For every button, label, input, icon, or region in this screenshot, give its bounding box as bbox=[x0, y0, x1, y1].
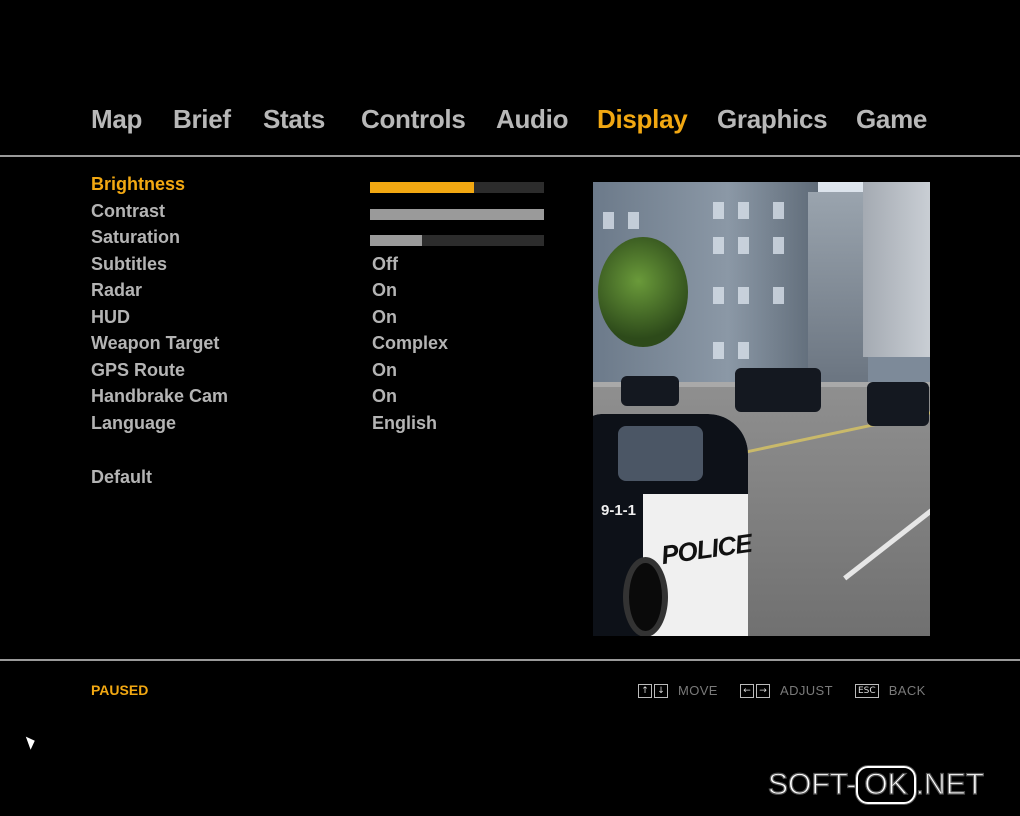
police-car-text: POLICE bbox=[659, 527, 754, 571]
brightness-slider[interactable] bbox=[370, 182, 544, 193]
slider-fill bbox=[370, 235, 423, 246]
down-arrow-key-icon: ↓ bbox=[654, 683, 668, 698]
setting-label: HUD bbox=[91, 306, 130, 327]
setting-saturation[interactable]: Saturation bbox=[0, 227, 560, 253]
setting-label: Radar bbox=[91, 280, 143, 300]
bottom-divider bbox=[0, 659, 1020, 661]
hint-label: ADJUST bbox=[780, 683, 833, 699]
watermark-box: OK bbox=[856, 766, 916, 804]
hint-move: ↑ ↓ MOVE bbox=[638, 682, 718, 698]
contrast-slider[interactable] bbox=[370, 208, 544, 220]
up-arrow-key-icon: ↑ bbox=[638, 683, 652, 698]
preview-tree bbox=[598, 237, 688, 347]
setting-contrast[interactable]: Contrast bbox=[0, 201, 560, 227]
setting-label: Subtitles bbox=[91, 253, 168, 274]
preview-car bbox=[621, 376, 679, 406]
tab-stats[interactable]: Stats bbox=[263, 104, 325, 135]
setting-subtitles[interactable]: Subtitles Off bbox=[0, 254, 560, 280]
preview-police-car: 9-1-1 POLICE bbox=[593, 414, 753, 636]
preview-wheel bbox=[623, 557, 668, 636]
setting-hud[interactable]: HUD On bbox=[0, 307, 560, 333]
setting-label: Saturation bbox=[91, 227, 181, 247]
watermark-text: .NET bbox=[915, 767, 985, 801]
preview-building bbox=[863, 182, 930, 357]
setting-gps-route[interactable]: GPS Route On bbox=[0, 360, 560, 386]
slider-fill bbox=[370, 182, 475, 193]
watermark-text: SOFT- bbox=[767, 767, 857, 801]
setting-label: Language bbox=[91, 412, 177, 433]
setting-brightness[interactable]: Brightness bbox=[0, 174, 560, 200]
setting-language[interactable]: Language English bbox=[0, 413, 560, 439]
setting-value: English bbox=[372, 412, 438, 433]
preview-car bbox=[735, 368, 821, 412]
menu-tabs: Map Brief Stats Controls Audio Display G… bbox=[0, 104, 1020, 144]
tab-game[interactable]: Game bbox=[856, 104, 927, 135]
setting-label: Brightness bbox=[91, 174, 186, 194]
setting-value: On bbox=[372, 386, 397, 406]
setting-value: On bbox=[372, 359, 397, 380]
hint-back: ESC BACK bbox=[855, 682, 926, 698]
setting-value: On bbox=[372, 280, 397, 300]
setting-handbrake-cam[interactable]: Handbrake Cam On bbox=[0, 386, 560, 412]
tab-audio[interactable]: Audio bbox=[496, 104, 568, 135]
setting-weapon-target[interactable]: Weapon Target Complex bbox=[0, 333, 560, 359]
mouse-cursor-icon bbox=[25, 734, 38, 750]
preview-building bbox=[808, 192, 868, 382]
police-car-number: 9-1-1 bbox=[601, 502, 637, 519]
setting-label: GPS Route bbox=[91, 359, 186, 380]
left-arrow-key-icon: ← bbox=[740, 683, 754, 698]
tab-display[interactable]: Display bbox=[597, 104, 688, 135]
tab-brief[interactable]: Brief bbox=[173, 104, 231, 135]
tab-map[interactable]: Map bbox=[91, 104, 142, 135]
setting-label: Handbrake Cam bbox=[91, 386, 229, 406]
default-button[interactable]: Default bbox=[91, 467, 152, 488]
setting-label: Contrast bbox=[91, 200, 166, 221]
tab-graphics[interactable]: Graphics bbox=[717, 104, 828, 135]
setting-label: Weapon Target bbox=[91, 333, 220, 353]
hint-adjust: ← → ADJUST bbox=[740, 682, 833, 698]
paused-status: PAUSED bbox=[91, 682, 149, 698]
top-divider bbox=[0, 155, 1020, 157]
slider-fill bbox=[370, 208, 544, 220]
police-car-window bbox=[618, 426, 703, 481]
hint-label: MOVE bbox=[678, 683, 718, 699]
preview-car bbox=[867, 382, 929, 426]
setting-radar[interactable]: Radar On bbox=[0, 280, 560, 306]
setting-value: Complex bbox=[372, 333, 449, 353]
right-arrow-key-icon: → bbox=[756, 683, 770, 698]
setting-value: Off bbox=[372, 253, 398, 274]
saturation-slider[interactable] bbox=[370, 235, 544, 246]
tab-controls[interactable]: Controls bbox=[361, 104, 466, 135]
watermark: SOFT- OK .NET bbox=[767, 766, 985, 814]
hint-label: BACK bbox=[888, 683, 926, 699]
esc-key-icon: ESC bbox=[855, 683, 879, 698]
display-preview-image: 9-1-1 POLICE bbox=[593, 182, 930, 636]
setting-value: On bbox=[372, 306, 397, 327]
